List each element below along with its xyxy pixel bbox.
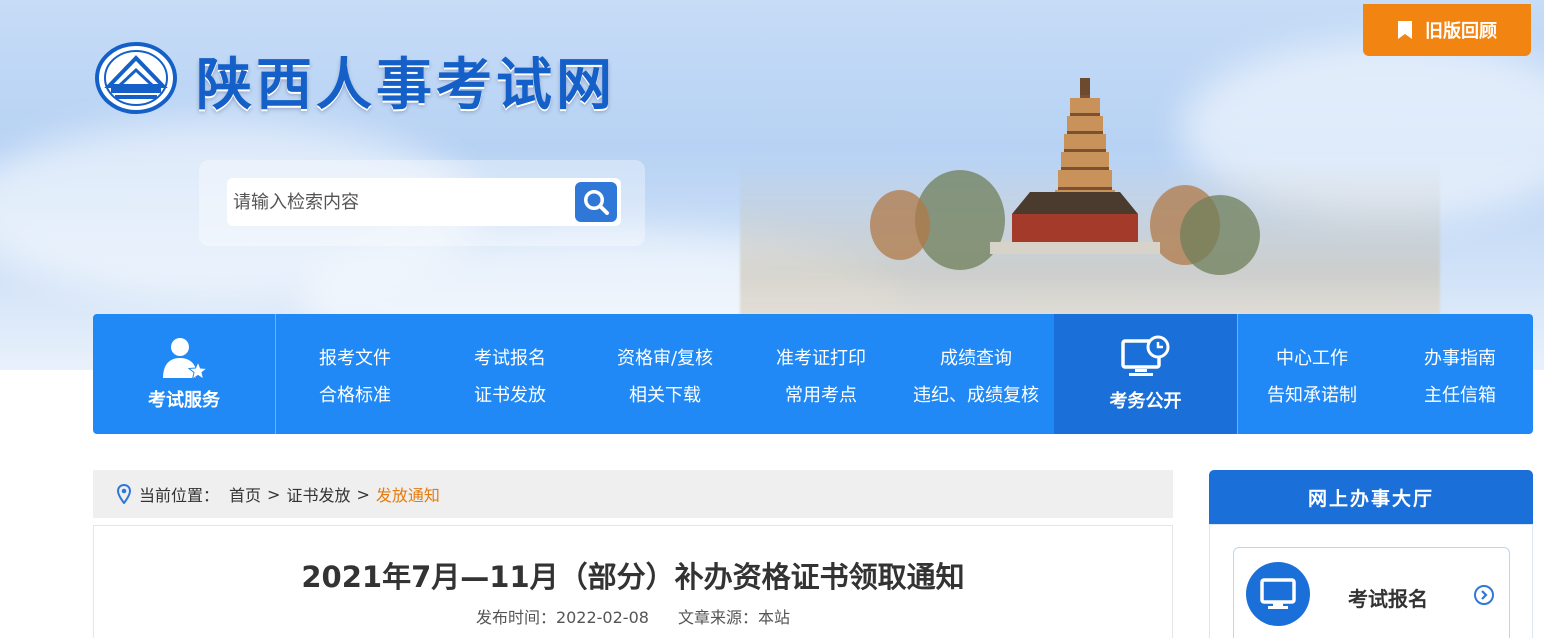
exam-registration-card[interactable]: 考试报名 <box>1233 547 1510 638</box>
nav-divider <box>1237 314 1238 434</box>
bookmark-icon <box>1398 21 1412 39</box>
breadcrumb-home[interactable]: 首页 <box>229 482 261 506</box>
search-button[interactable] <box>575 182 617 222</box>
nav-link[interactable]: 告知承诺制 <box>1267 381 1357 407</box>
nav-link[interactable]: 违纪、成绩复核 <box>913 381 1039 407</box>
monitor-icon <box>1246 562 1310 626</box>
nav-link[interactable]: 考试报名 <box>474 344 546 370</box>
publish-date: 发布时间：2022-02-08 <box>475 608 649 627</box>
exam-registration-label: 考试报名 <box>1348 587 1428 611</box>
temple-illustration <box>990 192 1160 254</box>
nav-link[interactable]: 主任信箱 <box>1424 381 1496 407</box>
site-title[interactable]: 陕西人事考试网 <box>196 40 616 121</box>
article-panel: 2021年7月—11月（部分）补办资格证书领取通知 发布时间：2022-02-0… <box>93 525 1173 638</box>
breadcrumb: 当前位置： 首页 > 证书发放 > 发放通知 <box>93 470 1173 518</box>
article-source: 文章来源：本站 <box>678 608 791 627</box>
search-box <box>227 178 621 226</box>
old-version-button[interactable]: 旧版回顾 <box>1363 4 1531 56</box>
breadcrumb-separator: > <box>267 484 281 504</box>
nav-link[interactable]: 准考证打印 <box>776 344 866 370</box>
exam-service-section[interactable]: 考试服务 <box>93 314 275 434</box>
nav-link[interactable]: 常用考点 <box>785 381 857 407</box>
location-pin-icon <box>117 484 131 504</box>
article-meta: 发布时间：2022-02-08 文章来源：本站 <box>94 604 1172 628</box>
breadcrumb-prefix: 当前位置： <box>139 486 220 505</box>
breadcrumb-section[interactable]: 证书发放 <box>286 482 350 506</box>
nav-link[interactable]: 相关下载 <box>629 381 701 407</box>
user-star-icon <box>163 338 208 380</box>
search-input[interactable] <box>233 186 563 218</box>
site-logo[interactable] <box>95 42 177 114</box>
breadcrumb-separator: > <box>356 484 370 504</box>
nav-link[interactable]: 成绩查询 <box>940 344 1012 370</box>
service-hall-title: 网上办事大厅 <box>1209 470 1533 524</box>
public-affairs-label: 考务公开 <box>1109 391 1182 412</box>
main-nav: 考试服务 报考文件 考试报名 资格审/复核 准考证打印 成绩查询 合格标准 证书… <box>93 314 1533 434</box>
nav-link[interactable]: 证书发放 <box>474 381 546 407</box>
nav-link[interactable]: 资格审/复核 <box>617 344 713 370</box>
monitor-clock-icon <box>1120 335 1169 376</box>
nav-divider <box>275 314 276 434</box>
nav-link[interactable]: 报考文件 <box>319 344 391 370</box>
search-icon <box>584 190 609 215</box>
breadcrumb-current[interactable]: 发放通知 <box>376 482 440 506</box>
exam-service-label: 考试服务 <box>148 390 220 411</box>
article-title: 2021年7月—11月（部分）补办资格证书领取通知 <box>301 560 965 594</box>
nav-link[interactable]: 中心工作 <box>1276 344 1348 370</box>
public-affairs-section[interactable]: 考务公开 <box>1054 314 1237 434</box>
tree-decoration <box>870 190 930 260</box>
nav-link[interactable]: 合格标准 <box>319 381 391 407</box>
old-version-label: 旧版回顾 <box>1425 21 1497 42</box>
tree-decoration <box>1180 195 1260 275</box>
nav-link[interactable]: 办事指南 <box>1424 344 1496 370</box>
chevron-right-icon[interactable] <box>1474 585 1494 605</box>
